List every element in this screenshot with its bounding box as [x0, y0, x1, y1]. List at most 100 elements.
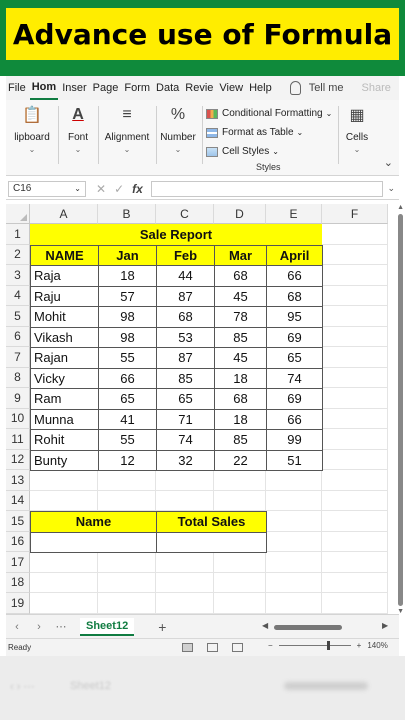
name-cell[interactable]: Vikash [30, 326, 99, 348]
insert-function-icon[interactable]: fx [132, 182, 143, 196]
zoom-slider-thumb[interactable] [326, 641, 330, 650]
sales-cell[interactable]: 66 [98, 367, 157, 389]
row-header[interactable]: 5 [6, 306, 30, 327]
sales-cell[interactable]: 44 [156, 265, 215, 287]
sales-cell[interactable]: 53 [156, 326, 215, 348]
name-cell[interactable]: Ram [30, 388, 99, 410]
sales-cell[interactable]: 74 [156, 429, 215, 451]
sales-cell[interactable]: 71 [156, 408, 215, 430]
sales-cell[interactable]: 98 [98, 306, 157, 328]
number-group[interactable]: % Number ⌄ [158, 104, 198, 154]
sales-cell[interactable]: 99 [266, 429, 323, 451]
sales-cell[interactable]: 65 [266, 347, 323, 369]
sales-cell[interactable]: 18 [214, 408, 267, 430]
summary-total-input[interactable] [156, 531, 267, 553]
sales-cell[interactable]: 98 [98, 326, 157, 348]
sales-cell[interactable]: 45 [214, 285, 267, 307]
sales-cell[interactable]: 18 [214, 367, 267, 389]
vertical-scrollbar[interactable] [398, 214, 403, 606]
row-header[interactable]: 19 [6, 593, 30, 614]
expand-formula-bar-icon[interactable]: ⌄ [387, 183, 395, 194]
row-header[interactable]: 9 [6, 388, 30, 409]
row-header[interactable]: 12 [6, 449, 30, 470]
formula-input[interactable] [150, 180, 384, 197]
tab-formulas[interactable]: Form [122, 82, 152, 94]
tab-view[interactable]: View [217, 82, 245, 94]
sheet-tab-active[interactable]: Sheet12 [80, 617, 135, 636]
conditional-formatting-button[interactable]: Conditional Formatting ⌄ [206, 104, 332, 123]
name-cell[interactable]: Munna [30, 408, 99, 430]
select-all-corner[interactable] [6, 204, 30, 224]
row-header[interactable]: 18 [6, 572, 30, 593]
alignment-group[interactable]: ≡ Alignment ⌄ [102, 104, 152, 154]
sales-cell[interactable]: 51 [266, 449, 323, 471]
prev-sheet-icon[interactable]: ‹ [6, 621, 28, 633]
cells-group[interactable]: ▦ Cells ⌄ [342, 104, 372, 154]
column-header-d[interactable]: D [214, 204, 266, 224]
tab-file[interactable]: File [6, 82, 28, 94]
column-header-e[interactable]: E [266, 204, 322, 224]
cell-styles-button[interactable]: Cell Styles ⌄ [206, 142, 332, 161]
name-cell[interactable]: Rajan [30, 347, 99, 369]
zoom-out-icon[interactable]: − [268, 641, 273, 650]
page-break-view-icon[interactable] [232, 643, 243, 652]
sales-cell[interactable]: 68 [266, 285, 323, 307]
column-header-c[interactable]: C [156, 204, 214, 224]
row-header[interactable]: 10 [6, 408, 30, 429]
clipboard-group[interactable]: 📋 lipboard ⌄ [10, 104, 54, 154]
sales-cell[interactable]: 41 [98, 408, 157, 430]
name-cell[interactable]: Vicky [30, 367, 99, 389]
sales-cell[interactable]: 68 [156, 306, 215, 328]
row-header[interactable]: 16 [6, 531, 30, 552]
row-header[interactable]: 6 [6, 326, 30, 347]
row-header[interactable]: 1 [6, 224, 30, 245]
sales-cell[interactable]: 22 [214, 449, 267, 471]
row-header[interactable]: 3 [6, 265, 30, 286]
sales-cell[interactable]: 55 [98, 347, 157, 369]
sales-cell[interactable]: 66 [266, 408, 323, 430]
sales-cell[interactable]: 87 [156, 347, 215, 369]
font-group[interactable]: A Font ⌄ [62, 104, 94, 154]
sales-cell[interactable]: 55 [98, 429, 157, 451]
row-header[interactable]: 17 [6, 552, 30, 573]
sales-cell[interactable]: 87 [156, 285, 215, 307]
tab-insert[interactable]: Inser [60, 82, 88, 94]
sales-cell[interactable]: 69 [266, 326, 323, 348]
row-header[interactable]: 2 [6, 244, 30, 265]
tab-data[interactable]: Data [154, 82, 181, 94]
share-button[interactable]: Share [362, 82, 391, 94]
sales-cell[interactable]: 68 [214, 265, 267, 287]
name-cell[interactable]: Raju [30, 285, 99, 307]
sales-cell[interactable]: 85 [156, 367, 215, 389]
sales-cell[interactable]: 12 [98, 449, 157, 471]
row-header[interactable]: 13 [6, 470, 30, 491]
name-cell[interactable]: Bunty [30, 449, 99, 471]
sales-cell[interactable]: 95 [266, 306, 323, 328]
normal-view-icon[interactable] [182, 643, 193, 652]
name-cell[interactable]: Raja [30, 265, 99, 287]
row-header[interactable]: 4 [6, 285, 30, 306]
sales-cell[interactable]: 65 [98, 388, 157, 410]
scroll-left-icon[interactable]: ◀ [262, 621, 268, 630]
summary-name-input[interactable] [30, 531, 157, 553]
sales-cell[interactable]: 45 [214, 347, 267, 369]
row-header[interactable]: 8 [6, 367, 30, 388]
sales-cell[interactable]: 65 [156, 388, 215, 410]
tab-help[interactable]: Help [247, 82, 274, 94]
enter-icon[interactable]: ✓ [114, 182, 124, 196]
cancel-icon[interactable]: ✕ [96, 182, 106, 196]
row-header[interactable]: 15 [6, 511, 30, 532]
row-header[interactable]: 7 [6, 347, 30, 368]
sales-cell[interactable]: 57 [98, 285, 157, 307]
row-header[interactable]: 14 [6, 490, 30, 511]
format-as-table-button[interactable]: Format as Table ⌄ [206, 123, 332, 142]
scroll-up-icon[interactable]: ▲ [397, 204, 404, 211]
next-sheet-icon[interactable]: › [28, 621, 50, 633]
more-sheets-icon[interactable]: ⋯ [50, 620, 72, 633]
add-sheet-button[interactable]: + [158, 619, 166, 635]
zoom-slider[interactable] [278, 641, 351, 650]
horizontal-scrollbar[interactable] [274, 625, 342, 630]
collapse-ribbon-icon[interactable]: ⌄ [384, 156, 393, 169]
name-cell[interactable]: Mohit [30, 306, 99, 328]
tab-home[interactable]: Hom [29, 76, 59, 100]
